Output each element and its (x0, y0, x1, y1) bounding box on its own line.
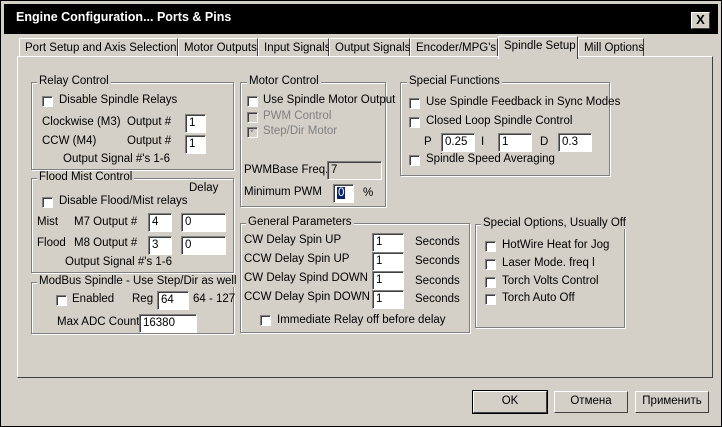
flood-output-note: Output Signal #'s 1-6 (65, 256, 173, 268)
modbus-spindle-title: ModBus Spindle - Use Step/Dir as well (37, 275, 239, 287)
delay-label: Delay (189, 182, 219, 194)
disable-flood-mist-label: Disable Flood/Mist relays (59, 195, 188, 207)
hotwire-heat-label: HotWire Heat for Jog (502, 239, 610, 251)
ccw-spin-down-input[interactable]: 1 (372, 290, 404, 309)
ccw-output-label: Output # (127, 135, 172, 147)
torch-auto-off-checkbox[interactable] (485, 294, 496, 305)
relay-output-note: Output Signal #'s 1-6 (63, 153, 171, 165)
max-adc-label: Max ADC Count (57, 316, 140, 328)
flood-label: Flood (37, 237, 66, 249)
speed-averaging-label: Spindle Speed Averaging (426, 153, 555, 165)
use-spindle-motor-label: Use Spindle Motor Output (263, 94, 396, 106)
disable-spindle-relays-checkbox[interactable] (42, 96, 53, 107)
laser-mode-label: Laser Mode. freq l (502, 257, 595, 269)
relay-control-title: Relay Control (37, 75, 111, 87)
p-label: P (424, 136, 432, 148)
i-label: I (481, 136, 485, 148)
title-bar: Engine Configuration... Ports & Pins X (4, 4, 718, 34)
tab-spindle-setup[interactable]: Spindle Setup (498, 36, 578, 59)
torch-volts-label: Torch Volts Control (502, 275, 599, 287)
torch-volts-checkbox[interactable] (485, 277, 496, 288)
spindle-feedback-label: Use Spindle Feedback in Sync Modes (426, 96, 621, 108)
special-options-title: Special Options, Usually Off (481, 217, 628, 229)
modbus-reg-label: Reg (132, 293, 154, 305)
dialog-window: Engine Configuration... Ports & Pins X P… (0, 0, 722, 427)
ok-button[interactable]: OK (472, 390, 548, 414)
cw-spin-down-seconds: Seconds (415, 275, 460, 287)
modbus-enabled-label: Enabled (72, 293, 115, 305)
checkmark-icon: ✓ (249, 125, 258, 136)
immediate-relay-checkbox[interactable] (260, 315, 271, 326)
ccw-spin-down-label: CCW Delay Spin DOWN (244, 291, 370, 303)
mist-delay-input[interactable]: 0 (181, 213, 226, 232)
general-parameters-title: General Parameters (246, 216, 354, 228)
speed-averaging-checkbox[interactable] (409, 155, 420, 166)
percent-label: % (363, 187, 374, 199)
ccw-spin-up-input[interactable]: 1 (372, 252, 404, 271)
torch-auto-off-label: Torch Auto Off (502, 292, 575, 304)
step-dir-motor-checkbox: ✓ (247, 125, 258, 138)
mist-label: Mist (37, 216, 59, 228)
step-dir-motor-label: Step/Dir Motor (263, 125, 338, 137)
pwmbase-freq-input: 7 (327, 161, 382, 180)
d-gain-input[interactable]: 0.3 (558, 133, 592, 152)
flood-delay-input[interactable]: 0 (181, 236, 226, 255)
cw-spin-up-input[interactable]: 1 (372, 233, 404, 252)
pwm-control-label: PWM Control (263, 110, 332, 122)
motor-control-title: Motor Control (247, 75, 321, 87)
laser-mode-checkbox[interactable] (485, 259, 496, 270)
d-label: D (540, 136, 549, 148)
tab-output-signals[interactable]: Output Signals (329, 38, 410, 57)
cw-output-input[interactable]: 1 (185, 114, 206, 133)
special-functions-title: Special Functions (407, 75, 502, 87)
p-gain-input[interactable]: 0.25 (441, 133, 475, 152)
use-spindle-motor-checkbox[interactable] (247, 96, 258, 107)
minimum-pwm-label: Minimum PWM (244, 186, 322, 198)
flood-output-label: M8 Output # (74, 237, 138, 249)
cancel-button[interactable]: Отмена (554, 391, 628, 413)
mist-output-input[interactable]: 4 (148, 213, 172, 232)
tab-encoder-mpg[interactable]: Encoder/MPG's (410, 38, 498, 57)
tab-port-setup[interactable]: Port Setup and Axis Selection (19, 38, 178, 57)
mist-output-label: M7 Output # (74, 216, 138, 228)
cw-spin-down-input[interactable]: 1 (372, 271, 404, 290)
tab-mill-options[interactable]: Mill Options (578, 38, 644, 57)
flood-output-input[interactable]: 3 (148, 236, 172, 255)
clockwise-label: Clockwise (M3) (42, 116, 121, 128)
cw-spin-down-label: CW Delay Spind DOWN (244, 272, 368, 284)
closed-loop-label: Closed Loop Spindle Control (426, 115, 573, 127)
tab-input-signals[interactable]: Input Signals (258, 38, 331, 57)
flood-mist-title: Flood Mist Control (37, 171, 135, 183)
disable-spindle-relays-label: Disable Spindle Relays (59, 94, 178, 106)
pwmbase-freq-label: PWMBase Freq. (244, 164, 329, 176)
modbus-reg-input[interactable]: 64 (157, 291, 189, 310)
i-gain-input[interactable]: 1 (498, 133, 532, 152)
max-adc-input[interactable]: 16380 (139, 314, 197, 333)
hotwire-heat-checkbox[interactable] (485, 241, 496, 252)
ccw-spin-up-seconds: Seconds (415, 255, 460, 267)
cw-output-label: Output # (127, 116, 172, 128)
cw-spin-up-seconds: Seconds (415, 236, 460, 248)
apply-button[interactable]: Применить (635, 391, 709, 413)
minimum-pwm-input[interactable]: 0 (333, 184, 354, 203)
ccw-spin-down-seconds: Seconds (415, 293, 460, 305)
disable-flood-mist-checkbox[interactable] (42, 197, 53, 208)
ccw-output-input[interactable]: 1 (185, 135, 206, 154)
spindle-feedback-checkbox[interactable] (409, 98, 420, 109)
window-title: Engine Configuration... Ports & Pins (16, 10, 232, 24)
modbus-enabled-checkbox[interactable] (56, 295, 67, 306)
modbus-reg-range: 64 - 127 (193, 293, 236, 305)
immediate-relay-label: Immediate Relay off before delay (277, 314, 446, 326)
tab-motor-outputs[interactable]: Motor Outputs (178, 38, 258, 57)
ccw-label: CCW (M4) (42, 135, 97, 147)
pwm-control-checkbox (247, 112, 258, 123)
ccw-spin-up-label: CCW Delay Spin UP (244, 253, 350, 265)
close-button[interactable]: X (691, 12, 710, 29)
minimum-pwm-value: 0 (337, 187, 346, 199)
closed-loop-checkbox[interactable] (409, 117, 420, 128)
cw-spin-up-label: CW Delay Spin UP (244, 234, 342, 246)
